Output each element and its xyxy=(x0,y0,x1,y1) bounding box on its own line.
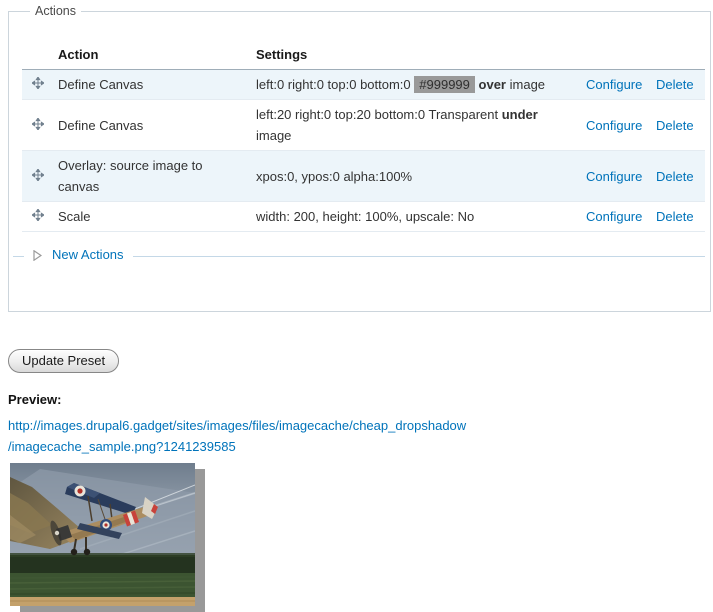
configure-link[interactable]: Configure xyxy=(586,209,642,224)
new-actions-toggle[interactable]: New Actions xyxy=(52,247,124,262)
actions-fieldset: Actions Action Settings xyxy=(8,4,711,312)
action-settings: left:0 right:0 top:0 bottom:0 #999999 ov… xyxy=(248,70,578,100)
triangle-right-icon xyxy=(33,249,42,260)
table-row: Define Canvas left:20 right:0 top:20 bot… xyxy=(22,100,705,151)
drag-handle[interactable] xyxy=(22,100,50,151)
action-name: Define Canvas xyxy=(50,70,248,100)
table-row: Scale width: 200, height: 100%, upscale:… xyxy=(22,202,705,232)
delete-link[interactable]: Delete xyxy=(656,118,694,133)
action-settings: xpos:0, ypos:0 alpha:100% xyxy=(248,151,578,202)
action-settings: width: 200, height: 100%, upscale: No xyxy=(248,202,578,232)
drag-handle[interactable] xyxy=(22,202,50,232)
new-actions-fieldset: New Actions xyxy=(13,256,705,271)
header-settings: Settings xyxy=(248,42,578,70)
preview-url: http://images.drupal6.gadget/sites/image… xyxy=(8,415,713,457)
header-handle xyxy=(22,42,50,70)
drag-cross-icon xyxy=(32,166,44,178)
drag-handle[interactable] xyxy=(22,151,50,202)
delete-link[interactable]: Delete xyxy=(656,169,694,184)
drag-cross-icon xyxy=(32,74,44,86)
delete-link[interactable]: Delete xyxy=(656,77,694,92)
update-preset-button[interactable]: Update Preset xyxy=(8,349,119,373)
drag-cross-icon xyxy=(32,115,44,127)
action-name: Define Canvas xyxy=(50,100,248,151)
delete-link[interactable]: Delete xyxy=(656,209,694,224)
header-configure xyxy=(578,42,648,70)
action-name: Overlay: source image to canvas xyxy=(50,151,248,202)
configure-link[interactable]: Configure xyxy=(586,169,642,184)
configure-link[interactable]: Configure xyxy=(586,118,642,133)
drag-cross-icon xyxy=(32,206,44,218)
actions-table: Action Settings Define C xyxy=(22,42,705,232)
color-swatch: #999999 xyxy=(414,76,475,93)
table-row: Define Canvas left:0 right:0 top:0 botto… xyxy=(22,70,705,100)
configure-link[interactable]: Configure xyxy=(586,77,642,92)
preview-label: Preview: xyxy=(8,392,713,407)
table-header-row: Action Settings xyxy=(22,42,705,70)
action-name: Scale xyxy=(50,202,248,232)
table-row: Overlay: source image to canvas xpos:0, … xyxy=(22,151,705,202)
preview-image-wrap xyxy=(10,463,205,612)
action-settings: left:20 right:0 top:20 bottom:0 Transpar… xyxy=(248,100,578,151)
preview-url-link[interactable]: http://images.drupal6.gadget/sites/image… xyxy=(8,418,466,454)
preview-image xyxy=(10,463,195,606)
header-delete xyxy=(648,42,705,70)
actions-fieldset-legend: Actions xyxy=(30,4,81,18)
header-action: Action xyxy=(50,42,248,70)
drag-handle[interactable] xyxy=(22,70,50,100)
